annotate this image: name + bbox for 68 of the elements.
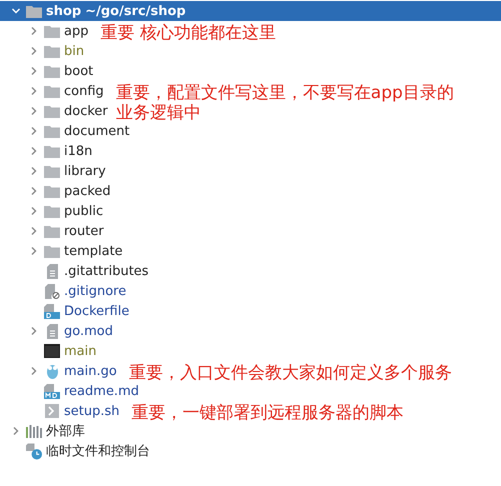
tree-item[interactable]: packed	[64, 184, 111, 198]
folder-icon	[44, 84, 60, 98]
tree-item[interactable]: 临时文件和控制台	[46, 442, 150, 460]
chevron-right-icon[interactable]	[29, 66, 39, 76]
chevron-right-icon[interactable]	[29, 126, 39, 136]
chevron-right-icon[interactable]	[29, 146, 39, 156]
tree-item[interactable]: .gitignore	[64, 284, 126, 298]
tree-item[interactable]: setup.sh	[64, 404, 120, 418]
tree-item[interactable]: readme.md	[64, 384, 139, 398]
chevron-right-icon[interactable]	[29, 206, 39, 216]
chevron-right-icon[interactable]	[29, 46, 39, 56]
tree-item[interactable]: .gitattributes	[64, 264, 149, 278]
folder-icon	[44, 104, 60, 118]
folder-icon	[44, 244, 60, 258]
chevron-right-icon[interactable]	[29, 226, 39, 236]
annotation: 重要，配置文件写这里，不要写在app目录的业务逻辑中	[116, 82, 455, 122]
tree-item[interactable]: router	[64, 224, 104, 238]
ignored-file-icon	[44, 284, 60, 298]
folder-icon	[44, 24, 60, 38]
folder-icon	[44, 164, 60, 178]
folder-icon	[44, 144, 60, 158]
text-file-icon	[46, 324, 58, 338]
tree-item[interactable]: Dockerfile	[64, 304, 130, 318]
terminal-icon	[44, 344, 60, 358]
chevron-right-icon[interactable]	[29, 86, 39, 96]
tree-item[interactable]: public	[64, 204, 104, 218]
script-file-icon	[45, 404, 59, 418]
tree-item[interactable]: document	[64, 124, 130, 138]
folder-icon	[44, 204, 60, 218]
tree-item[interactable]: config	[64, 84, 104, 98]
annotation: 重要，入口文件会教大家如何定义多个服务	[128, 362, 452, 382]
folder-icon	[44, 184, 60, 198]
library-icon	[26, 424, 42, 438]
tree-item[interactable]: template	[64, 244, 123, 258]
chevron-right-icon[interactable]	[29, 186, 39, 196]
text-file-icon	[46, 264, 58, 278]
docker-file-icon	[44, 304, 60, 318]
folder-icon	[44, 64, 60, 78]
annotation: 重要，一键部署到远程服务器的脚本	[132, 402, 404, 422]
folder-icon	[44, 224, 60, 238]
folder-icon	[44, 124, 60, 138]
annotation: 重要 核心功能都在这里	[100, 22, 276, 42]
chevron-right-icon[interactable]	[29, 366, 39, 376]
tree-item[interactable]: library	[64, 164, 106, 178]
tree-item[interactable]: main.go	[64, 364, 117, 378]
chevron-right-icon[interactable]	[29, 26, 39, 36]
chevron-right-icon[interactable]	[29, 326, 39, 336]
tree-item[interactable]: main	[64, 344, 96, 358]
markdown-file-icon	[44, 384, 60, 398]
gopher-icon	[46, 363, 58, 379]
project-path: ~/go/src/shop	[85, 4, 186, 18]
chevron-right-icon[interactable]	[29, 166, 39, 176]
folder-icon	[44, 44, 60, 58]
tree-item[interactable]: boot	[64, 64, 94, 78]
tree-item[interactable]: go.mod	[64, 324, 113, 338]
scratch-file-icon	[26, 442, 42, 460]
tree-item[interactable]: bin	[64, 44, 84, 58]
chevron-down-icon[interactable]	[11, 6, 21, 16]
chevron-right-icon[interactable]	[29, 106, 39, 116]
chevron-right-icon[interactable]	[11, 426, 21, 436]
tree-item[interactable]: app	[64, 24, 88, 38]
tree-item[interactable]: 外部库	[46, 422, 85, 440]
chevron-right-icon[interactable]	[29, 246, 39, 256]
folder-icon	[26, 4, 42, 18]
tree-item[interactable]: docker	[64, 104, 108, 118]
tree-row[interactable]: shop ~/go/src/shop	[0, 1, 501, 21]
project-name: shop	[46, 4, 82, 18]
tree-item[interactable]: i18n	[64, 144, 92, 158]
